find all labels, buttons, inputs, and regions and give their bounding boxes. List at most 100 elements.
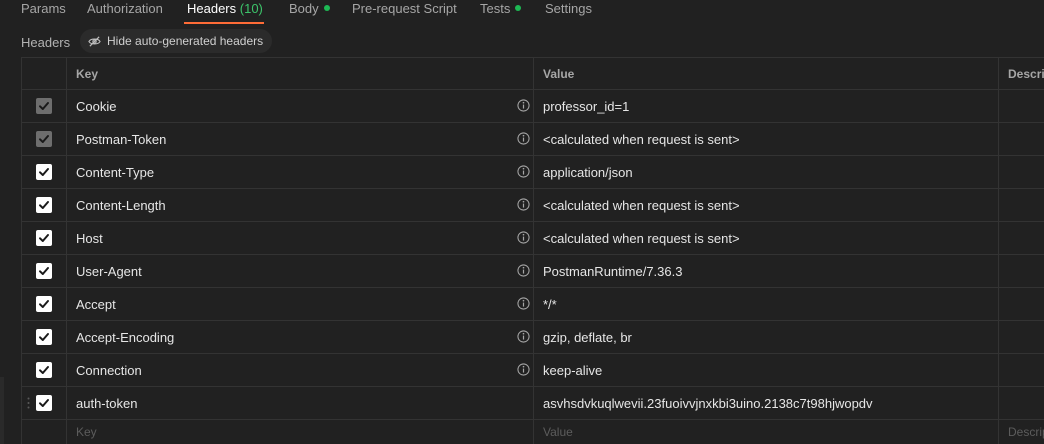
tab-params[interactable]: Params	[21, 1, 66, 16]
row-enabled-checkbox[interactable]	[36, 164, 52, 180]
row-checkbox-cell	[22, 387, 67, 419]
row-enabled-checkbox[interactable]	[36, 362, 52, 378]
info-icon[interactable]	[517, 132, 530, 145]
header-key: Content-Type	[76, 164, 155, 180]
header-description-cell[interactable]	[999, 288, 1044, 320]
checkmark-icon	[39, 234, 49, 242]
header-key-cell[interactable]: Host	[67, 222, 534, 254]
header-value-cell[interactable]: PostmanRuntime/7.36.3	[534, 255, 999, 287]
info-icon[interactable]	[517, 231, 530, 244]
header-row: Content-Type application/json	[21, 156, 1044, 189]
header-key-cell[interactable]: Cookie	[67, 90, 534, 122]
hide-button-label: Hide auto-generated headers	[107, 34, 264, 48]
panel-edge	[0, 377, 4, 444]
header-description-cell[interactable]	[999, 156, 1044, 188]
header-key-cell[interactable]: Postman-Token	[67, 123, 534, 155]
header-description-cell[interactable]	[999, 255, 1044, 287]
row-checkbox-cell	[22, 321, 67, 353]
header-key-cell[interactable]: Connection	[67, 354, 534, 386]
tab-tests[interactable]: Tests	[480, 1, 522, 16]
tab-settings[interactable]: Settings	[545, 1, 592, 16]
active-tab-indicator	[184, 22, 264, 24]
tab-authorization[interactable]: Authorization	[87, 1, 163, 16]
info-icon[interactable]	[517, 363, 530, 376]
info-icon[interactable]	[517, 165, 530, 178]
key-placeholder: Key	[76, 425, 97, 439]
checkmark-icon	[39, 201, 49, 209]
header-value-cell[interactable]: */*	[534, 288, 999, 320]
info-icon[interactable]	[517, 330, 530, 343]
header-key-cell[interactable]: User-Agent	[67, 255, 534, 287]
header-value-cell[interactable]: <calculated when request is sent>	[534, 189, 999, 221]
header-key: Postman-Token	[76, 131, 167, 147]
row-enabled-checkbox[interactable]	[36, 296, 52, 312]
header-row: Accept */*	[21, 288, 1044, 321]
row-enabled-checkbox[interactable]	[36, 263, 52, 279]
row-enabled-checkbox[interactable]	[36, 197, 52, 213]
header-value-cell[interactable]: <calculated when request is sent>	[534, 123, 999, 155]
row-enabled-checkbox[interactable]	[36, 230, 52, 246]
column-header-description[interactable]: Description	[999, 58, 1044, 89]
new-key-input[interactable]: Key	[67, 420, 534, 444]
new-row-checkbox-cell	[22, 420, 67, 444]
checkmark-icon	[39, 366, 49, 374]
request-tabs: Params Authorization Headers (10) Body P…	[0, 0, 1044, 24]
info-icon[interactable]	[517, 264, 530, 277]
row-checkbox-cell	[22, 90, 67, 122]
info-icon[interactable]	[517, 297, 530, 310]
header-key: User-Agent	[76, 263, 142, 279]
header-key: Accept	[76, 296, 116, 312]
header-description-cell[interactable]	[999, 90, 1044, 122]
description-placeholder: Description	[1008, 425, 1044, 439]
header-description-cell[interactable]	[999, 387, 1044, 419]
header-value: professor_id=1	[543, 98, 630, 114]
row-enabled-checkbox[interactable]	[36, 329, 52, 345]
tab-pre-request-script[interactable]: Pre-request Script	[352, 1, 457, 16]
checkmark-icon	[39, 135, 49, 143]
header-key-cell[interactable]: Content-Type	[67, 156, 534, 188]
header-value-cell[interactable]: keep-alive	[534, 354, 999, 386]
header-key-cell[interactable]: Accept	[67, 288, 534, 320]
checkmark-icon	[39, 333, 49, 341]
header-description-cell[interactable]	[999, 189, 1044, 221]
header-row: auth-token asvhsdvkuqlwevii.23fuoivvjnxkb…	[21, 387, 1044, 420]
header-description-cell[interactable]	[999, 321, 1044, 353]
new-header-row: Key Value Description	[21, 420, 1044, 444]
header-key: auth-token	[76, 395, 138, 411]
header-key: Cookie	[76, 98, 117, 114]
header-row: Content-Length <calculated when request i…	[21, 189, 1044, 222]
header-row: User-Agent PostmanRuntime/7.36.3	[21, 255, 1044, 288]
hide-auto-generated-headers-button[interactable]: Hide auto-generated headers	[80, 29, 273, 53]
header-key-cell[interactable]: Content-Length	[67, 189, 534, 221]
row-checkbox-cell	[22, 189, 67, 221]
row-enabled-checkbox[interactable]	[36, 395, 52, 411]
new-description-input[interactable]: Description	[999, 420, 1044, 444]
tab-body-label: Body	[289, 1, 319, 16]
header-key-cell[interactable]: Accept-Encoding	[67, 321, 534, 353]
header-description-cell[interactable]	[999, 222, 1044, 254]
header-value-cell[interactable]: professor_id=1	[534, 90, 999, 122]
header-value: <calculated when request is sent>	[543, 131, 740, 147]
row-checkbox-cell	[22, 255, 67, 287]
header-key-cell[interactable]: auth-token	[67, 387, 534, 419]
header-row: Accept-Encoding gzip, deflate, br	[21, 321, 1044, 354]
header-description-cell[interactable]	[999, 354, 1044, 386]
header-value-cell[interactable]: application/json	[534, 156, 999, 188]
column-header-key: Key	[67, 58, 534, 89]
new-value-input[interactable]: Value	[534, 420, 999, 444]
row-checkbox-cell	[22, 156, 67, 188]
tab-headers[interactable]: Headers (10)	[187, 1, 263, 16]
row-checkbox-cell	[22, 354, 67, 386]
checkmark-icon	[39, 300, 49, 308]
table-header-row: Key Value Description	[21, 57, 1044, 90]
header-value-cell[interactable]: gzip, deflate, br	[534, 321, 999, 353]
tab-body[interactable]: Body	[289, 1, 330, 16]
header-value-cell[interactable]: <calculated when request is sent>	[534, 222, 999, 254]
info-icon[interactable]	[517, 198, 530, 211]
header-description-cell[interactable]	[999, 123, 1044, 155]
header-value-cell[interactable]: asvhsdvkuqlwevii.23fuoivvjnxkbi3uino.213…	[534, 387, 999, 419]
info-icon[interactable]	[517, 99, 530, 112]
tab-tests-label: Tests	[480, 1, 511, 16]
checkmark-icon	[39, 267, 49, 275]
header-value: asvhsdvkuqlwevii.23fuoivvjnxkbi3uino.213…	[543, 395, 873, 411]
